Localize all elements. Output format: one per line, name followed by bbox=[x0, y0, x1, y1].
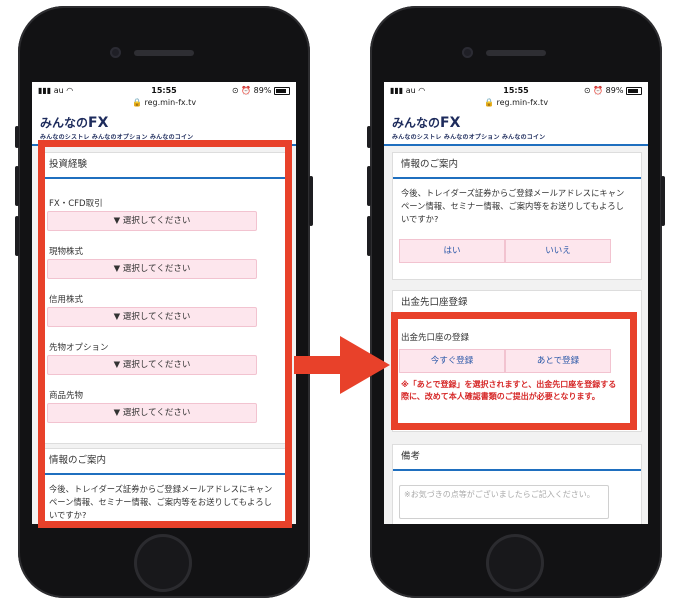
home-button[interactable] bbox=[134, 534, 192, 592]
battery-icon bbox=[274, 86, 290, 95]
info-card-left: 情報のご案内 今後、トレイダーズ証券からご登録メールアドレスにキャンペーン情報、… bbox=[40, 448, 290, 524]
status-right: ⊙ ⏰ 89% bbox=[232, 86, 290, 95]
logo-subbrands: みんなのシストレ みんなのオプション みんなのコイン bbox=[40, 134, 194, 141]
logo-prefix: みんなの bbox=[392, 116, 441, 130]
logo-prefix: みんなの bbox=[40, 116, 89, 130]
battery-percent: 89% bbox=[253, 86, 272, 95]
battery-icon bbox=[626, 86, 642, 95]
url-text: reg.min-fx.tv bbox=[144, 98, 197, 107]
select-stock[interactable]: ▼ 選択してください bbox=[47, 259, 257, 279]
withdraw-title: 出金先口座登録 bbox=[401, 297, 468, 308]
site-logo[interactable]: みんなのFX みんなのシストレ みんなのオプション みんなのコイン bbox=[392, 114, 642, 142]
select-fx[interactable]: ▼ 選択してください bbox=[47, 211, 257, 231]
logo-fx: FX bbox=[88, 115, 109, 131]
info-text-left: 今後、トレイダーズ証券からご登録メールアドレスにキャンペーン情報、セミナー情報、… bbox=[49, 484, 273, 520]
info-title-left: 情報のご案内 bbox=[41, 449, 289, 475]
yes-button[interactable]: はい bbox=[399, 239, 505, 263]
remarks-textarea[interactable]: ※お気づきの点等がございましたらご記入ください。 bbox=[399, 485, 609, 519]
alarm-icon: ⏰ bbox=[593, 86, 604, 95]
front-camera bbox=[462, 47, 473, 58]
lock-rotation-icon: ⊙ bbox=[231, 86, 239, 95]
logo-subbrands: みんなのシストレ みんなのオプション みんなのコイン bbox=[392, 134, 546, 141]
url-bar[interactable]: 🔒 reg.min-fx.tv bbox=[32, 98, 296, 107]
remarks-card: 備考 ※お気づきの点等がございましたらご記入ください。 bbox=[392, 444, 642, 524]
arrow-right-icon bbox=[294, 336, 390, 394]
status-right: ⊙ ⏰ 89% bbox=[584, 86, 642, 95]
withdraw-choice-buttons: 今すぐ登録 あとで登録 bbox=[399, 349, 611, 373]
form-content: 投資経験 FX・CFD取引 ▼ 選択してください 現物株式 ▼ 選択してください… bbox=[32, 146, 296, 524]
info-card-right: 情報のご案内 今後、トレイダーズ証券からご登録メールアドレスにキャンペーン情報、… bbox=[392, 152, 642, 280]
select-commodity[interactable]: ▼ 選択してください bbox=[47, 403, 257, 423]
status-bar: ▮▮▮ au ◠ 15:55 ⊙ ⏰ 89% bbox=[384, 86, 648, 98]
mute-switch bbox=[15, 126, 19, 148]
info-choice-buttons: はい いいえ bbox=[399, 239, 611, 263]
lock-icon: 🔒 bbox=[483, 98, 494, 107]
url-bar[interactable]: 🔒 reg.min-fx.tv bbox=[384, 98, 648, 107]
field-label-futures: 先物オプション bbox=[49, 343, 109, 353]
url-text: reg.min-fx.tv bbox=[496, 98, 549, 107]
front-camera bbox=[110, 47, 121, 58]
field-label-stock: 現物株式 bbox=[49, 247, 84, 257]
power-button bbox=[661, 176, 665, 226]
select-futures[interactable]: ▼ 選択してください bbox=[47, 355, 257, 375]
field-label-fx: FX・CFD取引 bbox=[49, 199, 103, 209]
site-logo[interactable]: みんなのFX みんなのシストレ みんなのオプション みんなのコイン bbox=[40, 114, 290, 142]
withdraw-label: 出金先口座の登録 bbox=[401, 333, 470, 343]
earpiece-speaker bbox=[134, 50, 194, 56]
info-text-right: 今後、トレイダーズ証券からご登録メールアドレスにキャンペーン情報、セミナー情報、… bbox=[401, 188, 625, 224]
logo-fx: FX bbox=[440, 115, 461, 131]
no-button[interactable]: いいえ bbox=[505, 239, 611, 263]
info-title-right: 情報のご案内 bbox=[393, 153, 641, 179]
register-now-button[interactable]: 今すぐ登録 bbox=[399, 349, 505, 373]
volume-up-button bbox=[15, 166, 19, 206]
home-button[interactable] bbox=[486, 534, 544, 592]
right-screen: ▮▮▮ au ◠ 15:55 ⊙ ⏰ 89% 🔒 reg.min-fx.tv み… bbox=[384, 82, 648, 524]
form-content: 情報のご案内 今後、トレイダーズ証券からご登録メールアドレスにキャンペーン情報、… bbox=[384, 146, 648, 524]
volume-up-button bbox=[367, 166, 371, 206]
left-screen: ▮▮▮ au ◠ 15:55 ⊙ ⏰ 89% 🔒 reg.min-fx.tv み… bbox=[32, 82, 296, 524]
withdraw-card: 出金先口座登録 出金先口座の登録 今すぐ登録 あとで登録 ※「あとで登録」を選択… bbox=[392, 290, 642, 432]
lock-icon: 🔒 bbox=[131, 98, 142, 107]
withdraw-warning: ※「あとで登録」を選択されますと、出金先口座を登録する際に、改めて本人確認書類の… bbox=[401, 380, 617, 401]
remarks-title: 備考 bbox=[393, 445, 641, 471]
field-label-commodity: 商品先物 bbox=[49, 391, 84, 401]
select-margin[interactable]: ▼ 選択してください bbox=[47, 307, 257, 327]
register-later-button[interactable]: あとで登録 bbox=[505, 349, 611, 373]
lock-rotation-icon: ⊙ bbox=[583, 86, 591, 95]
investment-title: 投資経験 bbox=[41, 153, 289, 179]
alarm-icon: ⏰ bbox=[241, 86, 252, 95]
right-phone: ▮▮▮ au ◠ 15:55 ⊙ ⏰ 89% 🔒 reg.min-fx.tv み… bbox=[367, 6, 665, 598]
status-bar: ▮▮▮ au ◠ 15:55 ⊙ ⏰ 89% bbox=[32, 86, 296, 98]
volume-down-button bbox=[15, 216, 19, 256]
power-button bbox=[309, 176, 313, 226]
left-phone: ▮▮▮ au ◠ 15:55 ⊙ ⏰ 89% 🔒 reg.min-fx.tv み… bbox=[15, 6, 313, 598]
mute-switch bbox=[367, 126, 371, 148]
battery-percent: 89% bbox=[605, 86, 624, 95]
earpiece-speaker bbox=[486, 50, 546, 56]
field-label-margin: 信用株式 bbox=[49, 295, 84, 305]
investment-card: 投資経験 FX・CFD取引 ▼ 選択してください 現物株式 ▼ 選択してください… bbox=[40, 152, 290, 444]
volume-down-button bbox=[367, 216, 371, 256]
